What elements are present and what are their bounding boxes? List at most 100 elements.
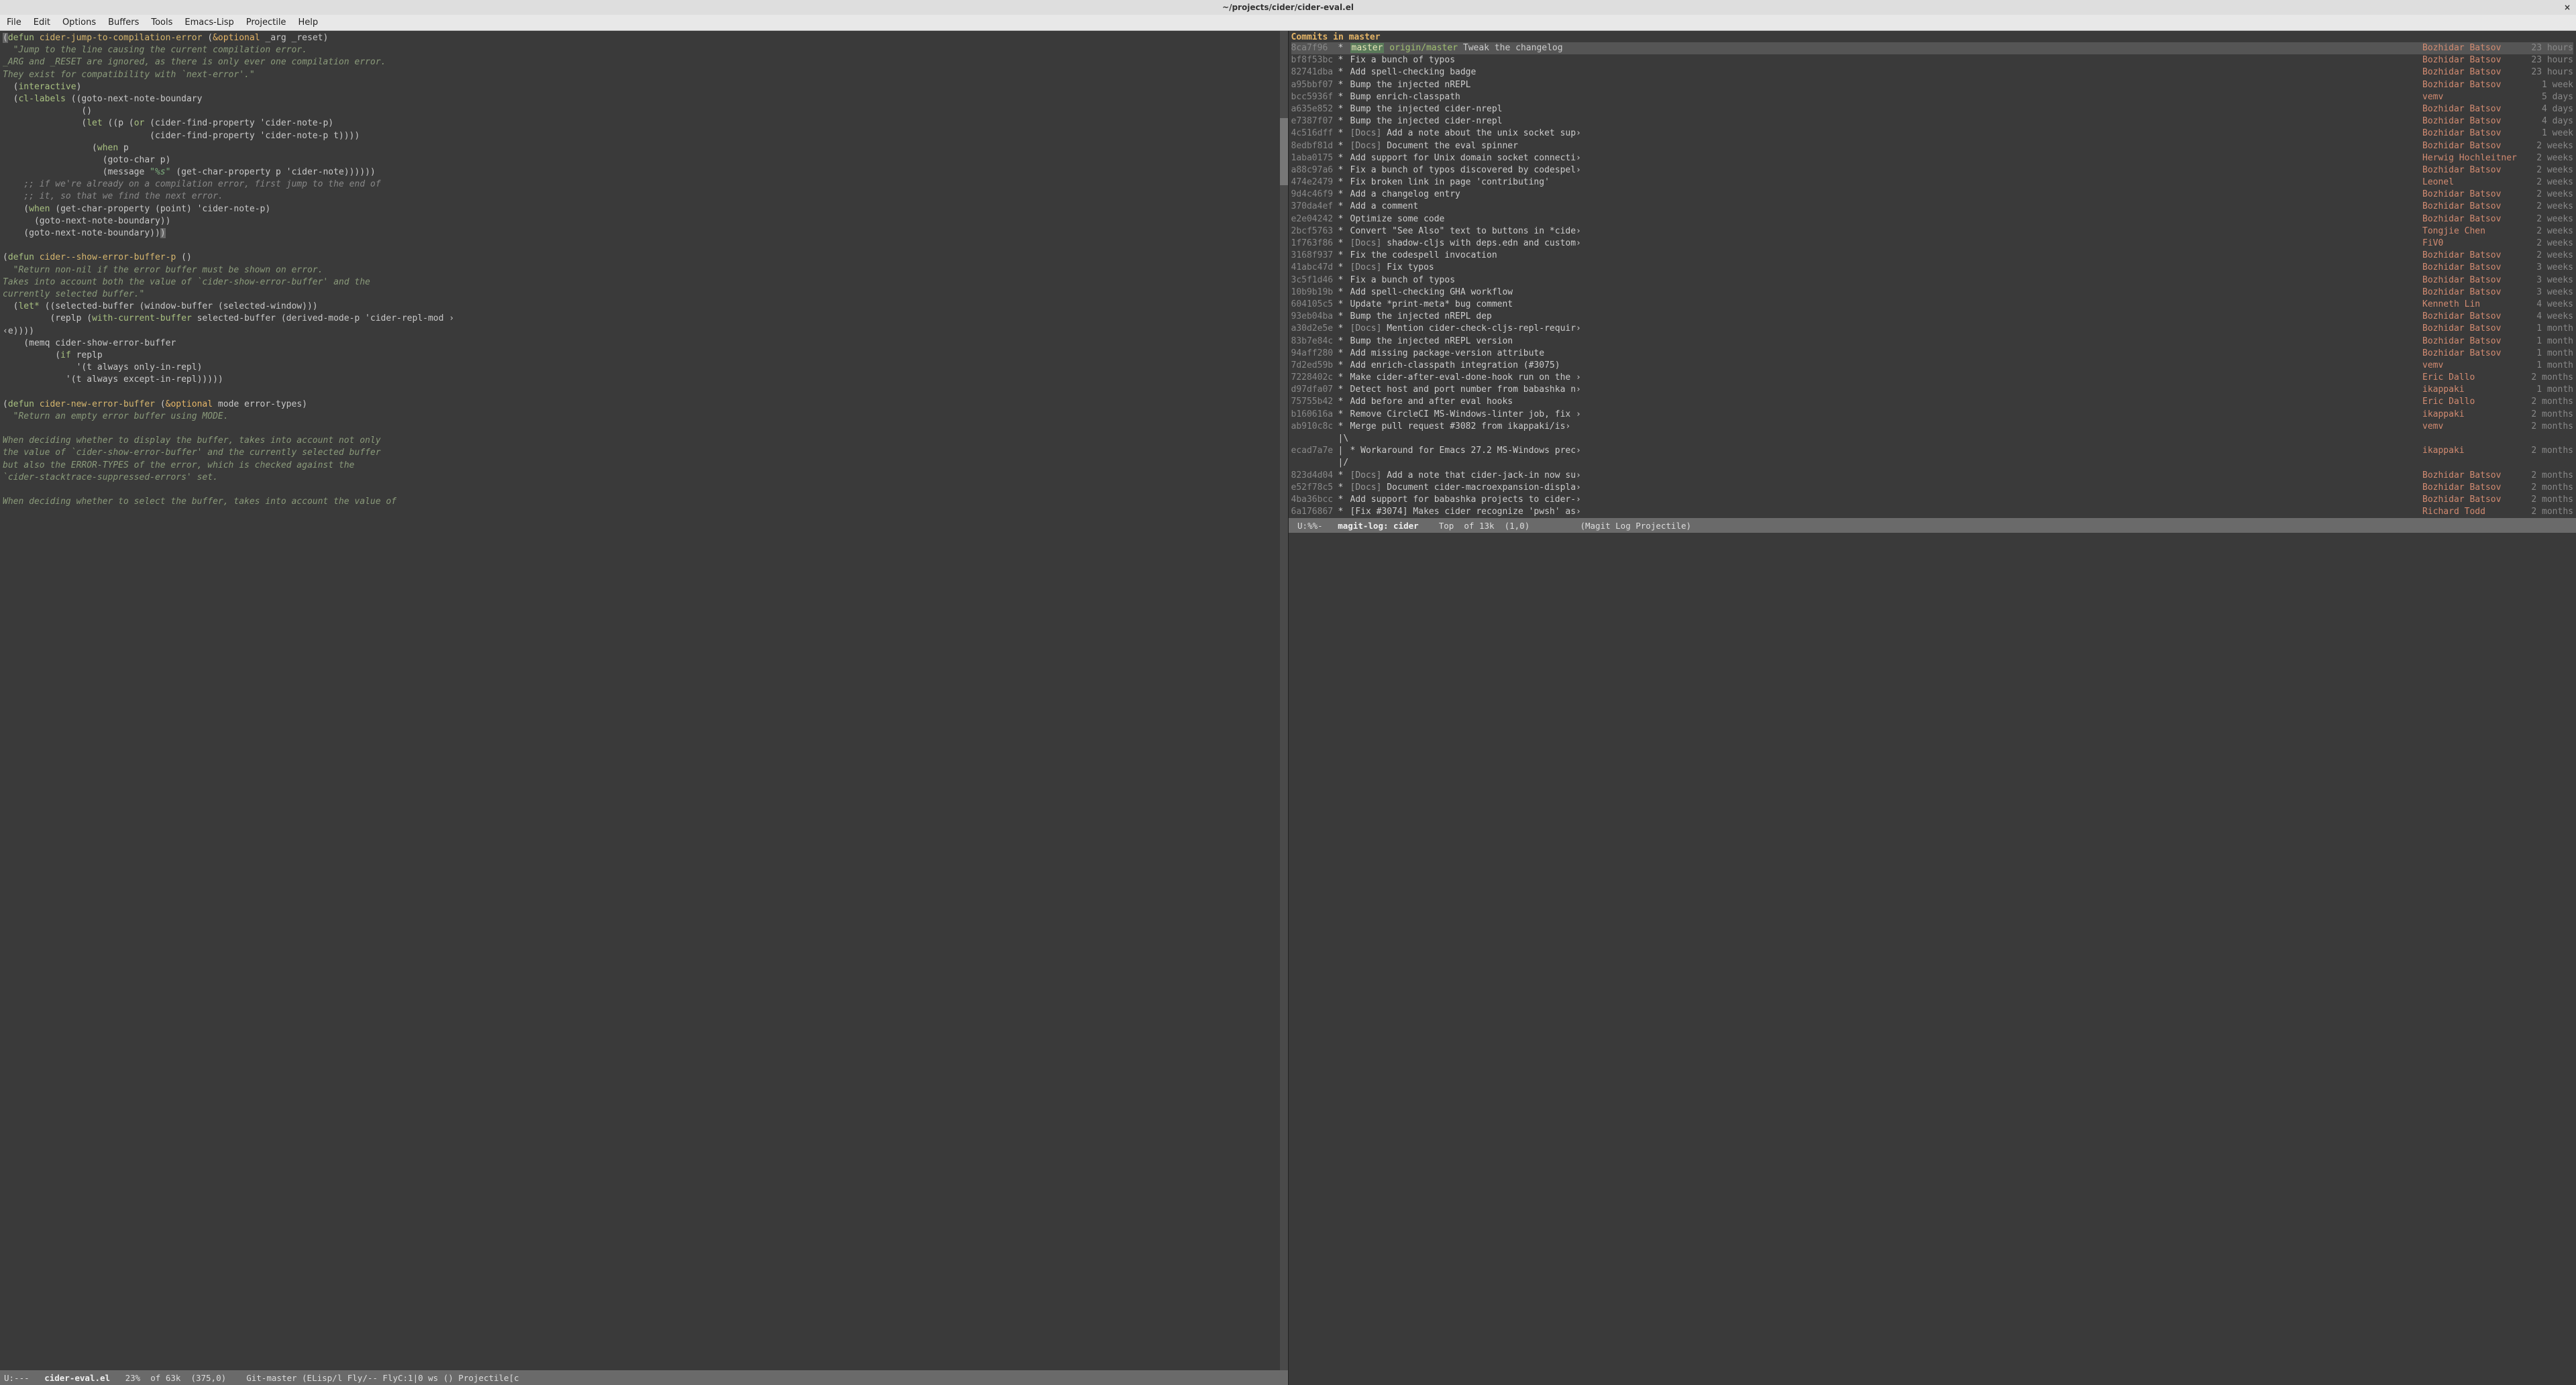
commit-author: Bozhidar Batsov — [2422, 494, 2523, 506]
menu-tools[interactable]: Tools — [151, 17, 172, 28]
commit-date: 1 month — [2523, 323, 2573, 335]
commit-author — [2422, 457, 2523, 469]
commit-row[interactable]: d97dfa07*Detect host and port number fro… — [1291, 384, 2574, 396]
commit-row[interactable]: b160616a*Remove CircleCI MS-Windows-lint… — [1291, 409, 2574, 421]
commit-graph: * — [1338, 176, 1350, 189]
scrollbar-thumb[interactable] — [1280, 118, 1288, 185]
commit-row[interactable]: 6a176867*[Fix #3074] Makes cider recogni… — [1291, 506, 2574, 518]
commit-hash: 94aff280 — [1291, 348, 1338, 360]
menu-options[interactable]: Options — [62, 17, 96, 28]
commit-message: Bump the injected nREPL — [1350, 79, 2423, 91]
commit-graph: * — [1338, 164, 1350, 176]
menu-edit[interactable]: Edit — [34, 17, 50, 28]
commit-list[interactable]: 8ca7f96*master origin/master Tweak the c… — [1289, 42, 2576, 518]
commit-row[interactable]: a635e852*Bump the injected cider-nreplBo… — [1291, 103, 2574, 115]
commit-row[interactable]: 3c5f1d46*Fix a bunch of typosBozhidar Ba… — [1291, 274, 2574, 287]
commit-message: Make cider-after-eval-done-hook run on t… — [1350, 372, 2423, 384]
menu-file[interactable]: File — [7, 17, 21, 28]
commit-row[interactable]: 94aff280*Add missing package-version att… — [1291, 348, 2574, 360]
code-pane[interactable]: (defun cider-jump-to-compilation-error (… — [0, 31, 1289, 1385]
scrollbar[interactable] — [1280, 31, 1288, 1370]
commit-row[interactable]: |/ — [1291, 457, 2574, 469]
commit-row[interactable]: 3168f937*Fix the codespell invocationBoz… — [1291, 250, 2574, 262]
commit-row[interactable]: 83b7e84c*Bump the injected nREPL version… — [1291, 336, 2574, 348]
menu-emacs-lisp[interactable]: Emacs-Lisp — [184, 17, 233, 28]
commit-message: [Docs] Mention cider-check-cljs-repl-req… — [1350, 323, 2423, 335]
commit-row[interactable]: 75755b42*Add before and after eval hooks… — [1291, 396, 2574, 408]
commit-graph: * — [1338, 360, 1350, 372]
commit-row[interactable]: 370da4ef*Add a commentBozhidar Batsov2 w… — [1291, 201, 2574, 213]
commit-row[interactable]: 10b9b19b*Add spell-checking GHA workflow… — [1291, 287, 2574, 299]
commit-hash: bf8f53bc — [1291, 54, 1338, 66]
commit-row[interactable]: ab910c8c* Merge pull request #3082 from … — [1291, 421, 2574, 433]
commit-message: Add missing package-version attribute — [1350, 348, 2423, 360]
commit-row[interactable]: bcc5936f*Bump enrich-classpathvemv5 days — [1291, 91, 2574, 103]
menu-buffers[interactable]: Buffers — [108, 17, 139, 28]
commit-row[interactable]: 41abc47d*[Docs] Fix typosBozhidar Batsov… — [1291, 262, 2574, 274]
commit-row[interactable]: e7387f07*Bump the injected cider-nreplBo… — [1291, 115, 2574, 127]
commit-row[interactable]: 604105c5*Update *print-meta* bug comment… — [1291, 299, 2574, 311]
commit-row[interactable]: 8ca7f96*master origin/master Tweak the c… — [1291, 42, 2574, 54]
commit-graph: * — [1338, 287, 1350, 299]
commit-date: 1 month — [2523, 360, 2573, 372]
commit-row[interactable]: a30d2e5e*[Docs] Mention cider-check-cljs… — [1291, 323, 2574, 335]
commit-date: 1 month — [2523, 336, 2573, 348]
commit-author — [2422, 433, 2523, 445]
commit-row[interactable]: 7d2ed59b*Add enrich-classpath integratio… — [1291, 360, 2574, 372]
commit-row[interactable]: bf8f53bc*Fix a bunch of typosBozhidar Ba… — [1291, 54, 2574, 66]
commit-date: 2 months — [2523, 494, 2573, 506]
commit-author: Tongjie Chen — [2422, 225, 2523, 238]
commit-row[interactable]: 1f763f86*[Docs] shadow-cljs with deps.ed… — [1291, 238, 2574, 250]
commit-date: 2 months — [2523, 396, 2573, 408]
commit-date: 23 hours — [2523, 42, 2573, 54]
commit-message: [Fix #3074] Makes cider recognize 'pwsh'… — [1350, 506, 2423, 518]
commit-hash: 370da4ef — [1291, 201, 1338, 213]
commit-graph: * — [1338, 384, 1350, 396]
commit-row[interactable]: e52f78c5*[Docs] Document cider-macroexpa… — [1291, 482, 2574, 494]
commit-row[interactable]: 93eb04ba*Bump the injected nREPL depBozh… — [1291, 311, 2574, 323]
commit-graph: * — [1338, 189, 1350, 201]
commit-row[interactable]: a88c97a6*Fix a bunch of typos discovered… — [1291, 164, 2574, 176]
commit-message: [Docs] Fix typos — [1350, 262, 2423, 274]
commit-author: Bozhidar Batsov — [2422, 250, 2523, 262]
commit-hash: d97dfa07 — [1291, 384, 1338, 396]
commit-message: [Docs] Document the eval spinner — [1350, 140, 2423, 152]
commit-author: Herwig Hochleitner — [2422, 152, 2523, 164]
modeline-left: U:--- cider-eval.el 23% of 63k (375,0) G… — [0, 1370, 1288, 1385]
commit-message: Bump the injected cider-nrepl — [1350, 115, 2423, 127]
commit-hash: 7d2ed59b — [1291, 360, 1338, 372]
commit-row[interactable]: 2bcf5763*Convert "See Also" text to butt… — [1291, 225, 2574, 238]
commit-row[interactable]: 8edbf81d*[Docs] Document the eval spinne… — [1291, 140, 2574, 152]
commit-row[interactable]: ecad7a7e|* Workaround for Emacs 27.2 MS-… — [1291, 445, 2574, 457]
commit-message: Add support for babashka projects to cid… — [1350, 494, 2423, 506]
commit-date: 2 months — [2523, 409, 2573, 421]
commit-hash: 4ba36bcc — [1291, 494, 1338, 506]
commit-row[interactable]: 823d4d04*[Docs] Add a note that cider-ja… — [1291, 470, 2574, 482]
menu-help[interactable]: Help — [298, 17, 318, 28]
commit-graph: * — [1338, 336, 1350, 348]
commit-row[interactable]: |\ — [1291, 433, 2574, 445]
commit-row[interactable]: 4c516dff*[Docs] Add a note about the uni… — [1291, 127, 2574, 140]
commit-row[interactable]: 82741dba*Add spell-checking badgeBozhida… — [1291, 66, 2574, 79]
commit-row[interactable]: 7228402c*Make cider-after-eval-done-hook… — [1291, 372, 2574, 384]
commit-row[interactable]: e2e04242*Optimize some codeBozhidar Bats… — [1291, 213, 2574, 225]
commit-row[interactable]: a95bbf07*Bump the injected nREPLBozhidar… — [1291, 79, 2574, 91]
commit-date: 2 weeks — [2523, 176, 2573, 189]
commit-row[interactable]: 1aba0175*Add support for Unix domain soc… — [1291, 152, 2574, 164]
commit-date: 2 months — [2523, 482, 2573, 494]
commit-graph: * — [1338, 409, 1350, 421]
code-buffer[interactable]: (defun cider-jump-to-compilation-error (… — [0, 31, 1288, 1370]
commit-row[interactable]: 474e2479*Fix broken link in page 'contri… — [1291, 176, 2574, 189]
commit-hash: 93eb04ba — [1291, 311, 1338, 323]
commit-row[interactable]: 4ba36bcc*Add support for babashka projec… — [1291, 494, 2574, 506]
commit-message: Fix a bunch of typos — [1350, 54, 2423, 66]
menu-projectile[interactable]: Projectile — [246, 17, 286, 28]
commit-row[interactable]: 9d4c46f9*Add a changelog entryBozhidar B… — [1291, 189, 2574, 201]
commit-graph: * — [1338, 152, 1350, 164]
commit-graph: * — [1338, 299, 1350, 311]
commit-date: 23 hours — [2523, 54, 2573, 66]
magit-pane[interactable]: Commits in master 8ca7f96*master origin/… — [1289, 31, 2576, 1385]
close-icon[interactable]: × — [2564, 3, 2571, 12]
window-title: ~/projects/cider/cider-eval.el — [1222, 3, 1354, 12]
commit-message: Fix broken link in page 'contributing' — [1350, 176, 2423, 189]
